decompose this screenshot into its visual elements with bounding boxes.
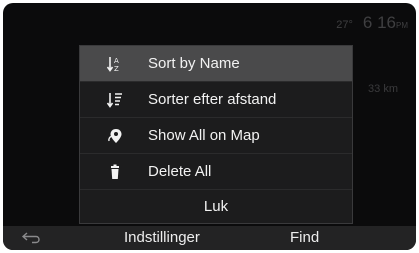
clock-time: 6 16 (362, 13, 396, 32)
sort-distance-icon (106, 91, 124, 109)
temperature-readout: 27° (336, 19, 353, 31)
svg-text:Z: Z (114, 65, 119, 73)
trash-icon (106, 163, 124, 181)
screen: 27° 6 16PM 33 km A Z Sort by Name Sorter… (3, 3, 416, 250)
menu-item-label: Delete All (148, 163, 212, 180)
menu-item-show-all-on-map[interactable]: Show All on Map (80, 118, 352, 154)
menu-item-delete-all[interactable]: Delete All (80, 154, 352, 190)
sort-alpha-icon: A Z (106, 55, 124, 73)
menu-item-label: Sorter efter afstand (148, 91, 277, 108)
back-arrow-icon[interactable] (21, 231, 41, 245)
bottom-bar: Indstillinger Find (3, 226, 416, 250)
map-pin-icon (106, 127, 124, 145)
context-menu: A Z Sort by Name Sorter efter afstand Sh… (79, 45, 353, 224)
menu-item-label: Sort by Name (148, 55, 240, 72)
close-button-label: Luk (203, 198, 229, 215)
settings-button[interactable]: Indstillinger (124, 229, 200, 246)
clock: 6 16PM (363, 13, 408, 33)
status-bar: 27° 6 16PM (336, 13, 408, 33)
close-button[interactable]: Luk (80, 190, 352, 223)
menu-item-label: Show All on Map (148, 127, 260, 144)
menu-item-sort-by-distance[interactable]: Sorter efter afstand (80, 82, 352, 118)
background-distance: 33 km (368, 83, 398, 95)
clock-ampm: PM (396, 21, 408, 30)
svg-text:A: A (114, 57, 119, 65)
menu-item-sort-by-name[interactable]: A Z Sort by Name (80, 46, 352, 82)
find-button[interactable]: Find (290, 229, 319, 246)
